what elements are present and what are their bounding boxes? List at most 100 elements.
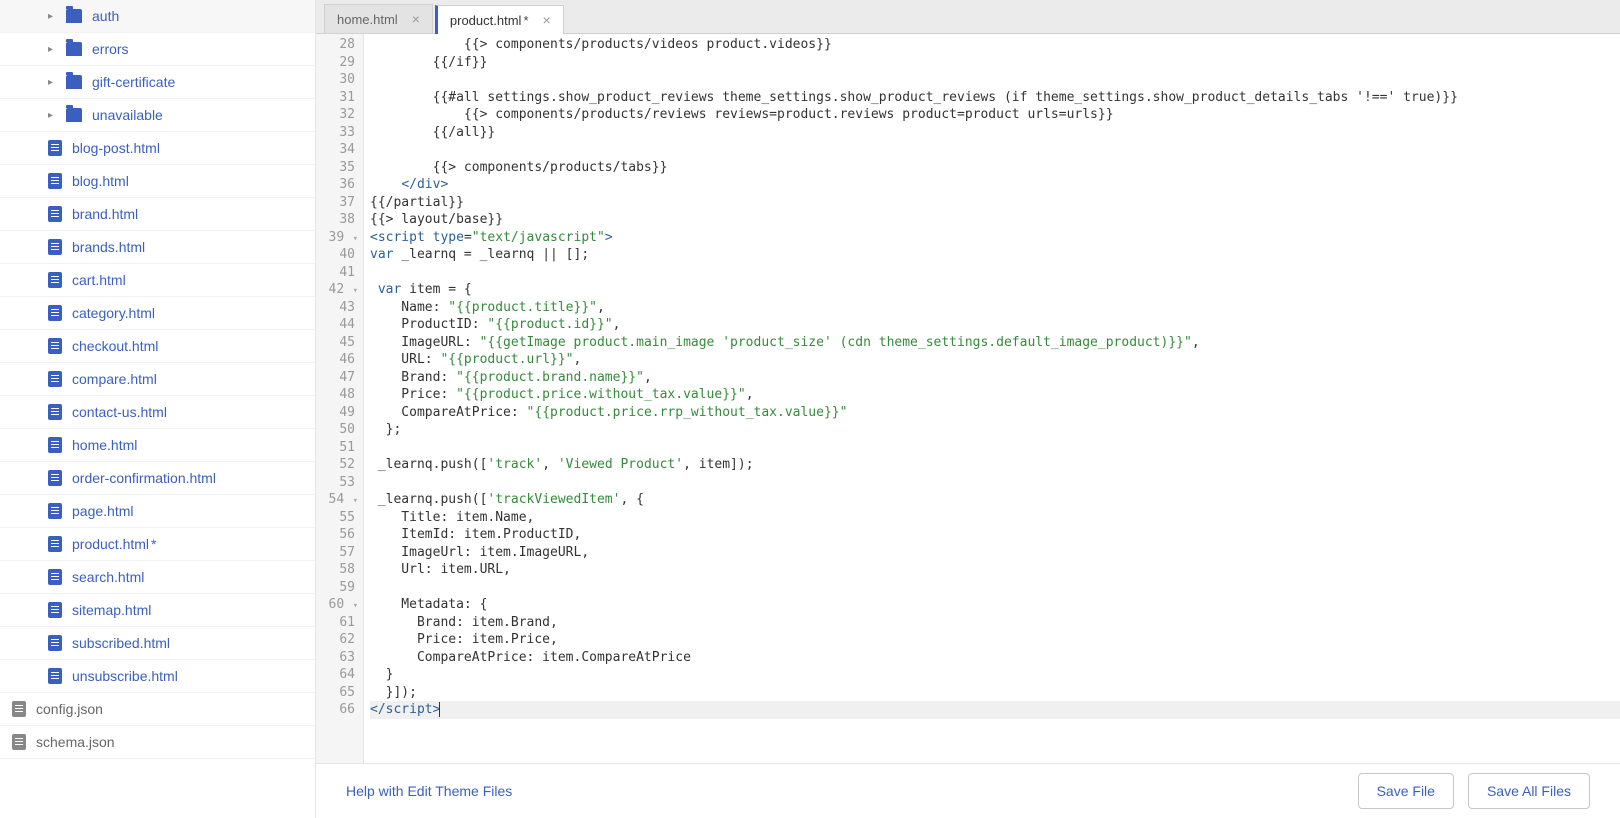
code-line[interactable]: var item = { [370,281,1620,299]
save-file-button[interactable]: Save File [1358,773,1454,809]
file-icon [48,305,62,321]
folder-item[interactable]: ▸gift-certificate [0,66,315,99]
code-line[interactable]: <script type="text/javascript"> [370,229,1620,247]
code-line[interactable]: }]); [370,684,1620,702]
line-number: 29 [316,54,355,72]
code-line[interactable]: Brand: "{{product.brand.name}}", [370,369,1620,387]
code-line[interactable] [370,579,1620,597]
code-line[interactable]: Metadata: { [370,596,1620,614]
code-line[interactable]: </div> [370,176,1620,194]
file-item[interactable]: order-confirmation.html [0,462,315,495]
file-icon [48,140,62,156]
code-line[interactable]: {{#all settings.show_product_reviews the… [370,89,1620,107]
file-item[interactable]: checkout.html [0,330,315,363]
code-line[interactable]: </script> [370,701,1620,719]
code-line[interactable] [370,141,1620,159]
file-item[interactable]: page.html [0,495,315,528]
caret-right-icon: ▸ [48,44,62,55]
folder-label: errors [92,41,129,57]
close-icon[interactable]: × [412,11,420,27]
line-number: 30 [316,71,355,89]
file-label: blog-post.html [72,140,160,156]
file-icon [48,668,62,684]
code-line[interactable] [370,264,1620,282]
code-editor[interactable]: 2829303132333435363738394041424344454647… [316,34,1620,763]
line-number: 47 [316,369,355,387]
file-tree-sidebar[interactable]: ▸auth▸errors▸gift-certificate▸unavailabl… [0,0,316,818]
code-line[interactable]: Title: item.Name, [370,509,1620,527]
line-number: 55 [316,509,355,527]
caret-right-icon: ▸ [48,77,62,88]
code-line[interactable]: ImageURL: "{{getImage product.main_image… [370,334,1620,352]
line-number: 34 [316,141,355,159]
code-line[interactable]: {{> components/products/reviews reviews=… [370,106,1620,124]
file-item[interactable]: cart.html [0,264,315,297]
code-line[interactable]: ImageUrl: item.ImageURL, [370,544,1620,562]
file-item[interactable]: blog-post.html [0,132,315,165]
code-line[interactable] [370,474,1620,492]
folder-item[interactable]: ▸ errors [0,33,315,66]
code-line[interactable]: URL: "{{product.url}}", [370,351,1620,369]
code-line[interactable]: CompareAtPrice: "{{product.price.rrp_wit… [370,404,1620,422]
code-line[interactable]: ItemId: item.ProductID, [370,526,1620,544]
folder-item[interactable]: ▸unavailable [0,99,315,132]
line-number: 57 [316,544,355,562]
folder-item[interactable]: ▸auth [0,0,315,33]
code-line[interactable]: Url: item.URL, [370,561,1620,579]
file-icon [12,734,26,750]
code-line[interactable]: {{> layout/base}} [370,211,1620,229]
line-number: 31 [316,89,355,107]
file-item[interactable]: category.html [0,297,315,330]
code-line[interactable]: Price: "{{product.price.without_tax.valu… [370,386,1620,404]
code-line[interactable]: CompareAtPrice: item.CompareAtPrice [370,649,1620,667]
code-line[interactable] [370,439,1620,457]
file-item[interactable]: product.html * [0,528,315,561]
code-line[interactable]: _learnq.push(['track', 'Viewed Product',… [370,456,1620,474]
code-area[interactable]: {{> components/products/videos product.v… [364,34,1620,763]
code-line[interactable]: ProductID: "{{product.id}}", [370,316,1620,334]
line-number: 41 [316,264,355,282]
dirty-indicator-icon: * [523,13,528,28]
file-item[interactable]: contact-us.html [0,396,315,429]
code-line[interactable]: {{/all}} [370,124,1620,142]
close-icon[interactable]: × [543,12,551,28]
root-file-item[interactable]: schema.json [0,726,315,759]
file-icon [48,239,62,255]
folder-icon [66,42,82,56]
code-line[interactable]: {{/if}} [370,54,1620,72]
file-item[interactable]: brand.html [0,198,315,231]
help-link[interactable]: Help with Edit Theme Files [346,783,512,799]
file-item[interactable]: home.html [0,429,315,462]
code-line[interactable]: {{> components/products/tabs}} [370,159,1620,177]
file-item[interactable]: unsubscribe.html [0,660,315,693]
file-label: search.html [72,569,144,585]
code-line[interactable]: {{> components/products/videos product.v… [370,36,1620,54]
save-all-files-button[interactable]: Save All Files [1468,773,1590,809]
file-item[interactable]: subscribed.html [0,627,315,660]
file-label: cart.html [72,272,126,288]
editor-tab[interactable]: home.html× [324,4,433,33]
code-line[interactable]: _learnq.push(['trackViewedItem', { [370,491,1620,509]
code-line[interactable]: }; [370,421,1620,439]
folder-icon [66,75,82,89]
code-line[interactable]: Name: "{{product.title}}", [370,299,1620,317]
code-line[interactable]: Brand: item.Brand, [370,614,1620,632]
code-line[interactable]: {{/partial}} [370,194,1620,212]
file-item[interactable]: search.html [0,561,315,594]
file-item[interactable]: brands.html [0,231,315,264]
file-label: checkout.html [72,338,158,354]
code-line[interactable]: Price: item.Price, [370,631,1620,649]
code-line[interactable] [370,71,1620,89]
caret-right-icon: ▸ [48,11,62,22]
line-number: 43 [316,299,355,317]
file-item[interactable]: blog.html [0,165,315,198]
file-label: config.json [36,701,103,717]
line-number: 53 [316,474,355,492]
file-item[interactable]: sitemap.html [0,594,315,627]
editor-tab[interactable]: product.html *× [435,5,564,34]
code-line[interactable]: } [370,666,1620,684]
file-item[interactable]: compare.html [0,363,315,396]
line-number: 36 [316,176,355,194]
root-file-item[interactable]: config.json [0,693,315,726]
code-line[interactable]: var _learnq = _learnq || []; [370,246,1620,264]
